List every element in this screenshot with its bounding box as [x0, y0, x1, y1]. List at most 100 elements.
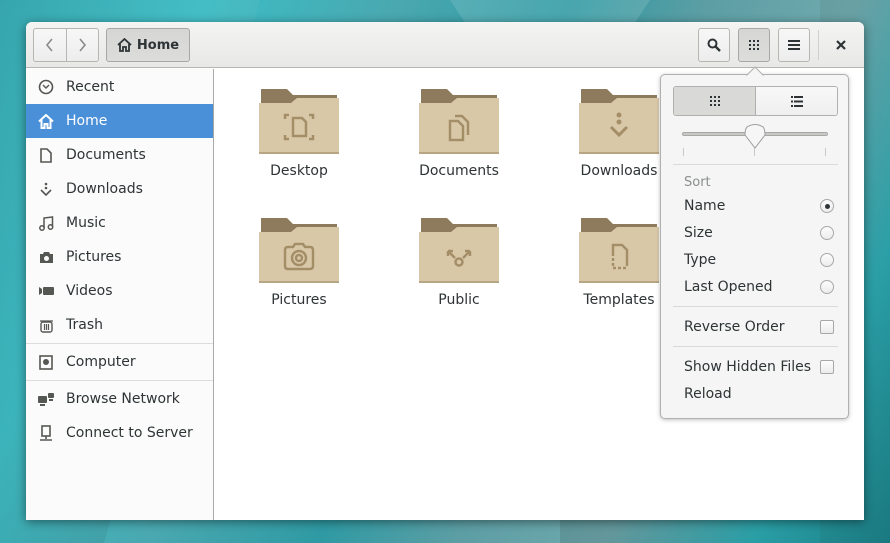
radio-button[interactable] [820, 199, 834, 213]
zoom-tick [825, 148, 826, 156]
location-home-button[interactable]: Home [106, 28, 190, 62]
document-icon [38, 147, 54, 163]
sidebar-item-browse-network[interactable]: Browse Network [26, 382, 213, 416]
forward-button[interactable] [65, 29, 99, 61]
popover-separator [673, 164, 838, 165]
folder-desktop[interactable]: Desktop [239, 85, 359, 179]
sidebar-item-label: Home [66, 113, 108, 129]
sort-by-type[interactable]: Type [684, 249, 834, 271]
close-button[interactable] [826, 28, 856, 62]
grid-view-button[interactable] [674, 87, 755, 115]
folder-icon [579, 218, 659, 283]
sidebar-item-home[interactable]: Home [26, 104, 213, 138]
reload-button[interactable]: Reload [684, 383, 834, 405]
sidebar-item-label: Videos [66, 283, 113, 299]
list-view-button[interactable] [755, 87, 837, 115]
sort-by-size[interactable]: Size [684, 222, 834, 244]
headerbar-separator [818, 30, 819, 60]
navigation-buttons [33, 28, 99, 62]
folder-label: Desktop [270, 163, 328, 179]
popover-separator [673, 306, 838, 307]
folder-label: Public [438, 292, 480, 308]
radio-dot [824, 203, 830, 209]
sidebar-item-recent[interactable]: Recent [26, 70, 213, 104]
sort-option-label: Name [684, 198, 726, 214]
sort-by-last-opened[interactable]: Last Opened [684, 276, 834, 298]
folder-public[interactable]: Public [399, 214, 519, 308]
sidebar-item-label: Computer [66, 354, 136, 370]
sidebar-item-label: Trash [66, 317, 103, 333]
places-sidebar: Recent Home Documents Downloads Music Pi… [26, 69, 214, 520]
search-button[interactable] [698, 28, 730, 62]
reverse-order-toggle[interactable]: Reverse Order [684, 316, 834, 338]
sidebar-item-computer[interactable]: Computer [26, 345, 213, 379]
sort-by-name[interactable]: Name [684, 195, 834, 217]
sidebar-item-label: Documents [66, 147, 146, 163]
sort-option-label: Size [684, 225, 713, 241]
folder-icon [259, 89, 339, 154]
chevron-right-icon [79, 38, 87, 52]
home-icon [38, 113, 54, 129]
folder-icon [259, 218, 339, 283]
folder-icon [419, 218, 499, 283]
popover-separator [673, 346, 838, 347]
radio-button[interactable] [820, 280, 834, 294]
download-icon [38, 181, 54, 197]
reverse-order-label: Reverse Order [684, 319, 785, 335]
view-mode-toggle [673, 86, 838, 116]
show-hidden-files-toggle[interactable]: Show Hidden Files [684, 356, 834, 378]
zoom-slider-handle[interactable] [744, 124, 766, 150]
app-menu-button[interactable] [778, 28, 810, 62]
list-icon [790, 95, 803, 107]
home-icon [117, 38, 132, 52]
sidebar-item-trash[interactable]: Trash [26, 308, 213, 342]
folder-label: Pictures [271, 292, 327, 308]
sort-option-label: Type [684, 252, 717, 268]
sidebar-item-connect-to-server[interactable]: Connect to Server [26, 416, 213, 450]
show-hidden-files-label: Show Hidden Files [684, 359, 812, 375]
popover-arrow [746, 66, 764, 84]
chevron-left-icon [45, 38, 53, 52]
zoom-tick [754, 148, 755, 156]
folder-documents[interactable]: Documents [399, 85, 519, 179]
reverse-order-checkbox[interactable] [820, 320, 834, 334]
sidebar-item-label: Browse Network [66, 391, 180, 407]
zoom-tick [683, 148, 684, 156]
headerbar: Home [26, 22, 864, 68]
sidebar-separator [26, 380, 213, 381]
radio-button[interactable] [820, 226, 834, 240]
grid-icon [709, 96, 720, 106]
sort-header: Sort [684, 174, 711, 190]
sidebar-item-label: Recent [66, 79, 115, 95]
sidebar-item-documents[interactable]: Documents [26, 138, 213, 172]
sidebar-item-downloads[interactable]: Downloads [26, 172, 213, 206]
sidebar-item-videos[interactable]: Videos [26, 274, 213, 308]
back-button[interactable] [34, 29, 66, 61]
sort-option-label: Last Opened [684, 279, 773, 295]
view-options-popover: Sort Name Size Type Last Opened Reverse … [660, 66, 849, 419]
sidebar-item-label: Downloads [66, 181, 143, 197]
search-icon [707, 38, 721, 52]
video-icon [38, 283, 54, 299]
sidebar-item-music[interactable]: Music [26, 206, 213, 240]
camera-icon [38, 249, 54, 265]
hamburger-icon [788, 40, 800, 50]
computer-icon [38, 354, 54, 370]
sidebar-item-label: Connect to Server [66, 425, 193, 441]
sidebar-item-label: Pictures [66, 249, 122, 265]
reload-label: Reload [684, 386, 732, 402]
folder-pictures[interactable]: Pictures [239, 214, 359, 308]
sidebar-separator [26, 343, 213, 344]
clock-icon [38, 79, 54, 95]
trash-icon [38, 317, 54, 333]
sidebar-item-pictures[interactable]: Pictures [26, 240, 213, 274]
grid-icon [749, 40, 759, 50]
view-options-button[interactable] [738, 28, 770, 62]
radio-button[interactable] [820, 253, 834, 267]
server-icon [38, 425, 54, 441]
show-hidden-files-checkbox[interactable] [820, 360, 834, 374]
sidebar-item-label: Music [66, 215, 106, 231]
folder-icon [579, 89, 659, 154]
network-icon [38, 391, 54, 407]
music-icon [38, 215, 54, 231]
